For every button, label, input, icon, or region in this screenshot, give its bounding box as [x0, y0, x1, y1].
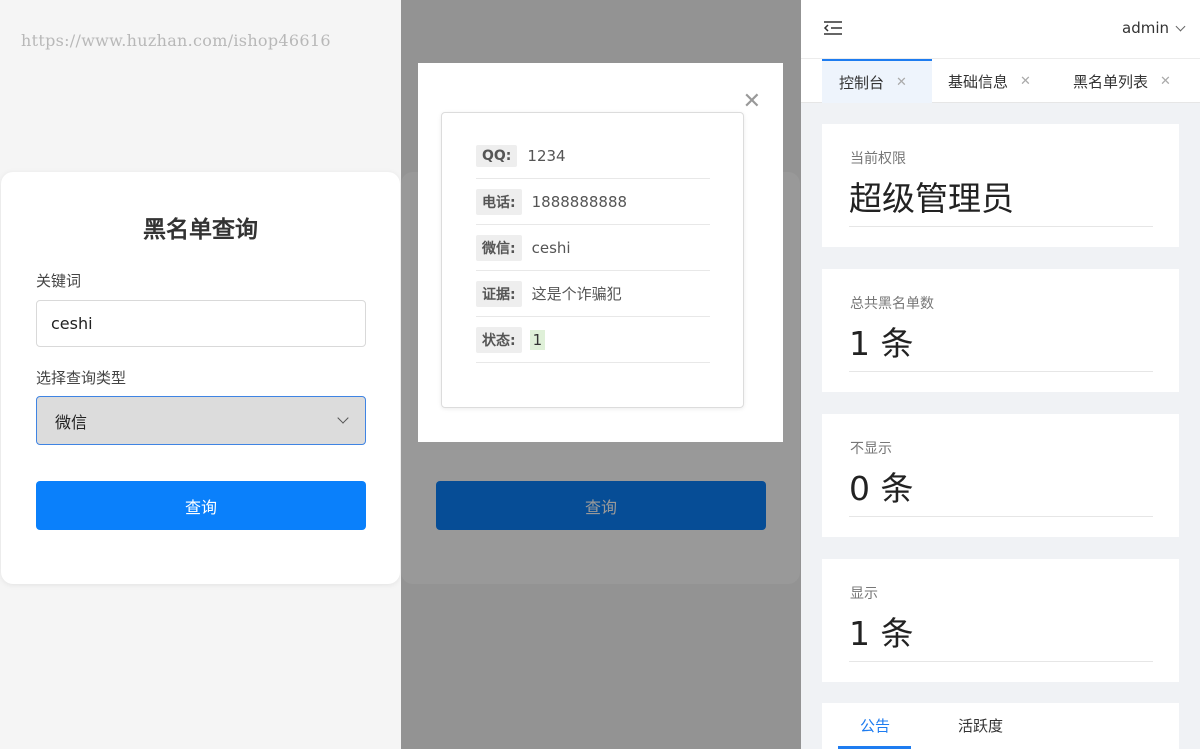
result-key: QQ: [476, 144, 518, 167]
close-icon[interactable]: ✕ [743, 91, 761, 113]
result-row-evidence: 证据: 这是个诈骗犯 [476, 271, 710, 317]
query-type-value: 微信 [55, 412, 88, 432]
stat-card-permission: 当前权限 超级管理员 [822, 124, 1179, 247]
result-modal: ✕ QQ: 1234 电话: 1888888888 微信: ceshi 证据: … [418, 63, 783, 442]
divider [849, 226, 1153, 227]
divider [849, 661, 1153, 662]
stat-value: 0 条 [849, 469, 914, 508]
tab-basic-info[interactable]: 基础信息 ✕ [948, 59, 1031, 103]
query-card: 黑名单查询 关键词 ceshi 选择查询类型 微信 查询 [1, 172, 400, 584]
result-row-qq: QQ: 1234 [476, 133, 710, 179]
tab-label: 基础信息 [948, 72, 1009, 91]
result-value: 这是个诈骗犯 [531, 285, 622, 303]
stat-value: 1 条 [849, 614, 914, 653]
stat-card-shown: 显示 1 条 [822, 559, 1179, 682]
result-row-status: 状态: 1 [476, 317, 710, 363]
result-row-wechat: 微信: ceshi [476, 225, 710, 271]
tab-bar: 控制台 ✕ 基础信息 ✕ 黑名单列表 ✕ [801, 58, 1200, 103]
watermark: https://www.huzhan.com/ishop46616 [21, 31, 331, 50]
status-badge: 1 [529, 329, 546, 350]
stat-value: 1 条 [849, 324, 914, 363]
tab-announcement[interactable]: 公告 [860, 715, 890, 736]
query-panel: https://www.huzhan.com/ishop46616 黑名单查询 … [0, 0, 401, 749]
divider [849, 516, 1153, 517]
query-button[interactable]: 查询 [36, 481, 366, 530]
query-type-label: 选择查询类型 [36, 369, 127, 387]
query-type-select[interactable]: 微信 [36, 396, 366, 445]
stat-card-total: 总共黑名单数 1 条 [822, 269, 1179, 392]
close-icon[interactable]: ✕ [896, 75, 907, 90]
stat-card-hidden: 不显示 0 条 [822, 414, 1179, 537]
result-value: 1888888888 [531, 192, 628, 211]
top-bar: admin [801, 0, 1200, 58]
result-value: 1234 [527, 146, 566, 165]
user-menu[interactable]: admin [1122, 19, 1186, 37]
result-row-phone: 电话: 1888888888 [476, 179, 710, 225]
stat-label: 不显示 [850, 441, 892, 457]
stat-label: 总共黑名单数 [850, 296, 934, 312]
bottom-tab-bar: 公告 活跃度 [822, 703, 1179, 749]
keyword-input[interactable]: ceshi [36, 300, 366, 347]
keyword-label: 关键词 [36, 272, 82, 290]
tab-dashboard[interactable]: 控制台 ✕ [822, 59, 932, 103]
result-key: 证据: [476, 280, 522, 307]
tab-label: 黑名单列表 [1073, 72, 1149, 91]
admin-panel: admin 控制台 ✕ 基础信息 ✕ 黑名单列表 ✕ 当前权限 超级管理员 总共… [801, 0, 1200, 749]
tab-activity[interactable]: 活跃度 [958, 715, 1003, 736]
divider [849, 371, 1153, 372]
result-key: 状态: [476, 326, 522, 353]
result-key: 微信: [476, 234, 522, 261]
tab-blacklist[interactable]: 黑名单列表 ✕ [1073, 59, 1171, 103]
result-key: 电话: [476, 188, 522, 215]
stat-label: 当前权限 [850, 151, 906, 167]
menu-fold-icon[interactable] [823, 20, 843, 36]
stat-label: 显示 [850, 586, 878, 602]
result-info-box: QQ: 1234 电话: 1888888888 微信: ceshi 证据: 这是… [441, 112, 744, 408]
chevron-down-icon [337, 412, 349, 424]
result-panel: 查询 ✕ QQ: 1234 电话: 1888888888 微信: ceshi 证… [401, 0, 801, 749]
close-icon[interactable]: ✕ [1160, 74, 1171, 89]
close-icon[interactable]: ✕ [1020, 74, 1031, 89]
tab-label: 控制台 [839, 73, 885, 92]
chevron-down-icon [1175, 21, 1186, 31]
username: admin [1122, 19, 1169, 37]
result-value: ceshi [531, 238, 571, 257]
stat-value: 超级管理员 [849, 179, 1014, 218]
page-title: 黑名单查询 [143, 217, 258, 243]
